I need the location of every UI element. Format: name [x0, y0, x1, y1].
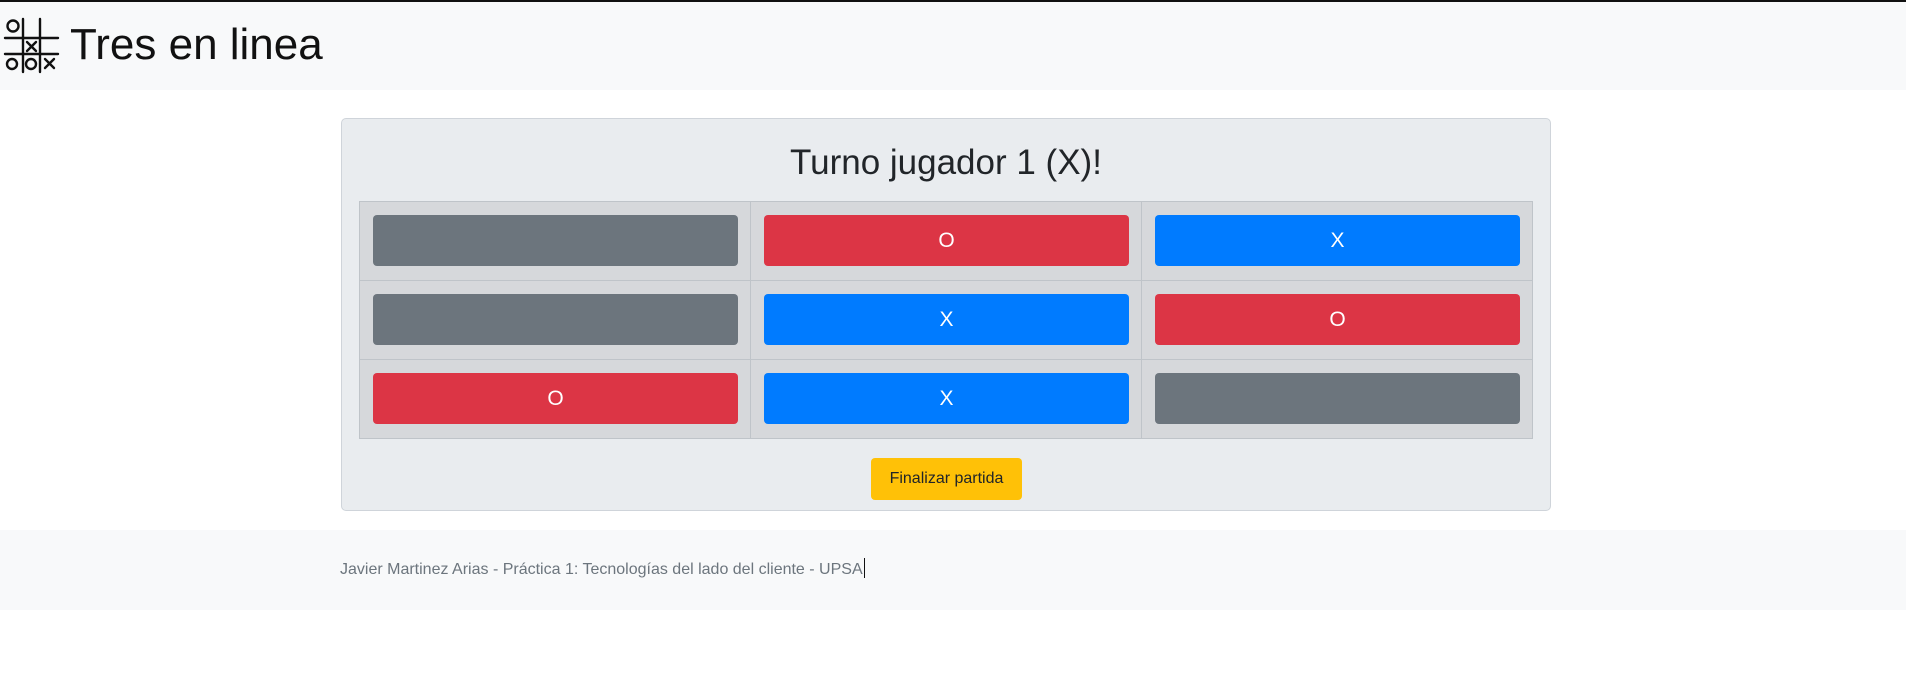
board-cell: [1142, 360, 1532, 438]
board-cell: [360, 202, 750, 280]
footer-credits: Javier Martinez Arias - Práctica 1: Tecn…: [340, 561, 863, 578]
finish-game-button[interactable]: Finalizar partida: [871, 458, 1022, 500]
text-caret: [863, 558, 865, 578]
board-cell: O: [360, 360, 750, 438]
cell-button-2-1[interactable]: [373, 294, 738, 345]
board-cell: X: [751, 360, 1141, 438]
turn-heading: Turno jugador 1 (X)!: [790, 143, 1102, 182]
board-cell: X: [1142, 202, 1532, 280]
cell-button-1-1[interactable]: [373, 215, 738, 266]
cell-button-3-1[interactable]: O: [373, 373, 738, 424]
board-cell: O: [1142, 281, 1532, 359]
cell-button-3-3[interactable]: [1155, 373, 1520, 424]
board-cell: O: [751, 202, 1141, 280]
cell-button-2-2[interactable]: X: [764, 294, 1129, 345]
navbar: Tres en linea: [0, 2, 1906, 90]
cell-button-1-3[interactable]: X: [1155, 215, 1520, 266]
game-board: O X X O O X: [359, 201, 1533, 439]
cell-button-2-3[interactable]: O: [1155, 294, 1520, 345]
footer: Javier Martinez Arias - Práctica 1: Tecn…: [0, 530, 1906, 610]
board-cell: [360, 281, 750, 359]
game-card: Turno jugador 1 (X)! O X X O O X Finaliz…: [341, 118, 1551, 511]
cell-button-3-2[interactable]: X: [764, 373, 1129, 424]
tic-tac-toe-icon[interactable]: [2, 16, 60, 74]
footer-text[interactable]: Javier Martinez Arias - Práctica 1: Tecn…: [340, 558, 865, 581]
board-cell: X: [751, 281, 1141, 359]
cell-button-1-2[interactable]: O: [764, 215, 1129, 266]
app-title[interactable]: Tres en linea: [70, 16, 323, 74]
